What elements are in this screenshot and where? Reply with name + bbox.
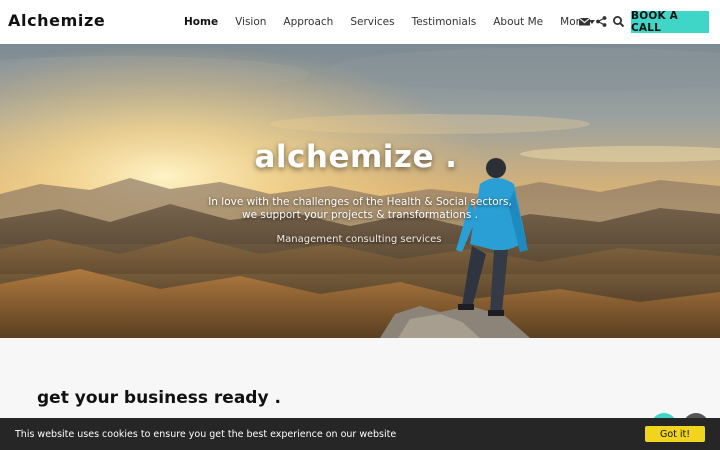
share-icon[interactable]: [595, 15, 608, 28]
hero-subtitle-line-2: we support your projects & transformatio…: [242, 209, 478, 221]
envelope-icon[interactable]: [578, 15, 591, 28]
nav-about-me[interactable]: About Me: [493, 16, 543, 28]
nav-home[interactable]: Home: [184, 16, 218, 28]
section-title: get your business ready .: [37, 388, 281, 408]
cookie-banner: This website uses cookies to ensure you …: [0, 418, 720, 450]
cookie-message: This website uses cookies to ensure you …: [15, 429, 397, 440]
hero-banner: alchemize . In love with the challenges …: [0, 44, 720, 338]
nav-testimonials[interactable]: Testimonials: [412, 16, 477, 28]
hero-tagline: Management consulting services: [276, 234, 442, 245]
nav-vision[interactable]: Vision: [235, 16, 266, 28]
hero-title: alchemize .: [254, 139, 458, 175]
site-header: Alchemize Home Vision Approach Services …: [0, 0, 720, 44]
hero-subtitle-line-1: In love with the challenges of the Healt…: [208, 196, 512, 208]
cookie-accept-button[interactable]: Got it!: [645, 426, 705, 442]
nav-services[interactable]: Services: [350, 16, 394, 28]
hero-mountain-image: [0, 44, 720, 338]
site-logo[interactable]: Alchemize: [8, 11, 105, 30]
search-icon[interactable]: [612, 15, 625, 28]
nav-approach[interactable]: Approach: [283, 16, 333, 28]
main-nav: Home Vision Approach Services Testimonia…: [184, 0, 612, 44]
book-a-call-button[interactable]: BOOK A CALL: [631, 10, 709, 34]
